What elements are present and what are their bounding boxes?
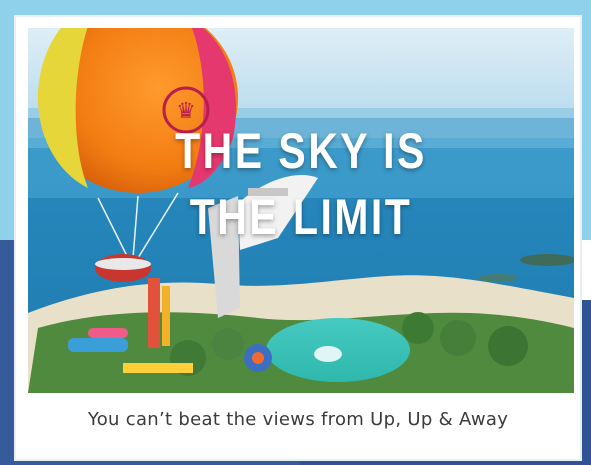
promo-card: ♛ THE SKY IS THE LIMIT You can’t beat th… <box>14 15 582 461</box>
headline-line-1: THE SKY IS <box>175 123 427 179</box>
headline: THE SKY IS THE LIMIT <box>77 118 525 250</box>
photo-caption: You can’t beat the views from Up, Up & A… <box>87 409 509 430</box>
headline-line-2: THE LIMIT <box>189 189 413 245</box>
island-balloon-photo: ♛ THE SKY IS THE LIMIT <box>28 28 574 393</box>
